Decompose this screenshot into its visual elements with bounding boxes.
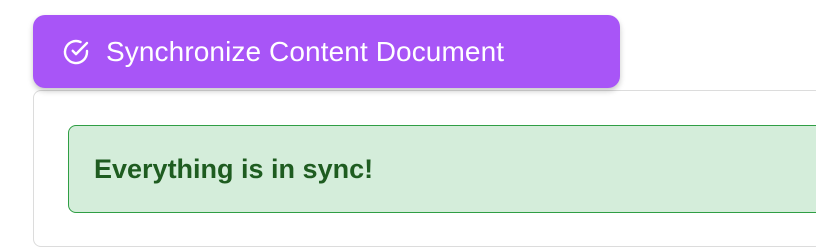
sync-status-alert: Everything is in sync! bbox=[68, 125, 816, 213]
sync-button-label: Synchronize Content Document bbox=[106, 35, 505, 67]
check-circle-icon bbox=[60, 36, 92, 68]
synchronize-content-document-button[interactable]: Synchronize Content Document bbox=[33, 15, 620, 88]
sync-status-message: Everything is in sync! bbox=[94, 153, 374, 184]
sync-page: Synchronize Content Document Everything … bbox=[0, 0, 816, 248]
sync-status-panel: Everything is in sync! bbox=[33, 90, 816, 247]
